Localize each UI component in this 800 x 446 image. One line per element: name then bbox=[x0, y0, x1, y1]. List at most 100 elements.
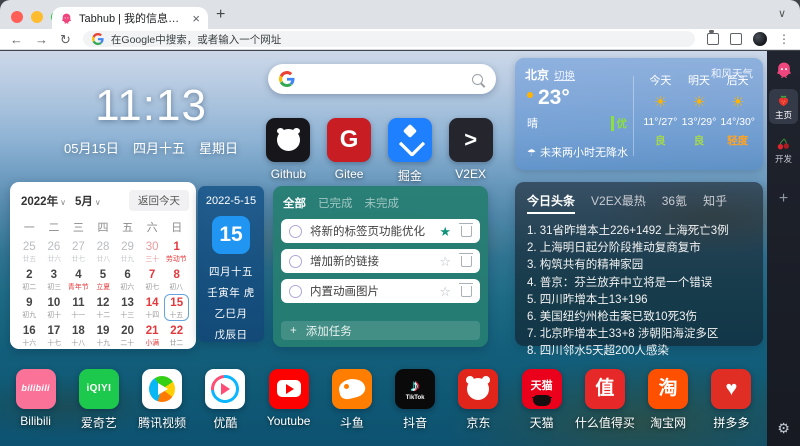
todo-tab[interactable]: 全部 bbox=[283, 195, 306, 211]
calendar-day-cell[interactable]: 3 初三 bbox=[42, 266, 67, 293]
app-shortcut[interactable]: Youtube bbox=[257, 369, 320, 431]
star-icon[interactable]: ★ bbox=[439, 225, 451, 238]
app-tile[interactable] bbox=[266, 118, 310, 162]
app-shortcut[interactable]: 天猫 天猫 bbox=[510, 369, 573, 431]
todo-tab[interactable]: 未完成 bbox=[365, 195, 400, 211]
app-shortcut[interactable]: ♥ 拼多多 bbox=[700, 369, 763, 431]
calendar-day-cell[interactable]: 2 初二 bbox=[17, 266, 42, 293]
tab-search-chevron-icon[interactable]: ∨ bbox=[778, 7, 786, 20]
app-tile[interactable]: bilibili bbox=[16, 369, 56, 409]
browser-tab[interactable]: Tabhub | 我的信息集线器 × bbox=[52, 7, 208, 29]
profile-avatar[interactable] bbox=[753, 32, 767, 46]
news-item[interactable]: 6. 美国纽约州枪击案已致10死3伤 bbox=[527, 309, 751, 326]
calendar-day-cell[interactable]: 19 十九 bbox=[91, 322, 116, 349]
add-group-icon[interactable]: + bbox=[779, 190, 788, 208]
calendar-day-cell[interactable]: 1 劳动节 bbox=[164, 238, 189, 265]
app-shortcut[interactable]: 淘 淘宝网 bbox=[637, 369, 700, 431]
address-bar[interactable]: 在Google中搜索，或者输入一个网址 bbox=[83, 31, 695, 47]
calendar-day-cell[interactable]: 16 十六 bbox=[17, 322, 42, 349]
app-tile[interactable]: 值 bbox=[585, 369, 625, 409]
sidebar-group-home[interactable]: 主页 bbox=[769, 89, 798, 124]
todo-item[interactable]: 内置动画图片 ☆ bbox=[281, 279, 480, 303]
news-tab[interactable]: 36氪 bbox=[662, 192, 687, 214]
sidepanel-icon[interactable] bbox=[730, 33, 742, 45]
calendar-day-cell[interactable]: 26 廿六 bbox=[42, 238, 67, 265]
app-shortcut[interactable]: iQIYI 爱奇艺 bbox=[67, 369, 130, 431]
star-icon[interactable]: ☆ bbox=[439, 255, 451, 268]
calendar-month-select[interactable]: 5月∨ bbox=[75, 193, 101, 209]
calendar-day-cell[interactable]: 15 十五 bbox=[164, 294, 189, 321]
app-tile[interactable] bbox=[142, 369, 182, 409]
gear-icon[interactable]: ⚙ bbox=[777, 420, 790, 437]
calendar-day-cell[interactable]: 9 初九 bbox=[17, 294, 42, 321]
menu-icon[interactable]: ⋮ bbox=[778, 32, 790, 46]
app-tile[interactable]: 淘 bbox=[648, 369, 688, 409]
app-tile[interactable]: ♥ bbox=[711, 369, 751, 409]
todo-item[interactable]: 增加新的链接 ☆ bbox=[281, 249, 480, 273]
calendar-day-cell[interactable]: 29 廿九 bbox=[115, 238, 140, 265]
todo-checkbox[interactable] bbox=[289, 225, 302, 238]
trash-icon[interactable] bbox=[461, 256, 472, 267]
app-shortcut[interactable]: bilibili Bilibili bbox=[4, 369, 67, 431]
calendar-day-cell[interactable]: 4 青年节 bbox=[66, 266, 91, 293]
calendar-day-cell[interactable]: 25 廿五 bbox=[17, 238, 42, 265]
app-tile[interactable]: ♪TikTok bbox=[395, 369, 435, 409]
calendar-day-cell[interactable]: 20 二十 bbox=[115, 322, 140, 349]
news-item[interactable]: 4. 普京：芬兰放弃中立将是一个错误 bbox=[527, 275, 751, 292]
calendar-day-cell[interactable]: 22 廿二 bbox=[164, 322, 189, 349]
calendar-day-cell[interactable]: 13 十三 bbox=[115, 294, 140, 321]
news-item[interactable]: 1. 31省昨增本土226+1492 上海死亡3例 bbox=[527, 223, 751, 240]
todo-checkbox[interactable] bbox=[289, 285, 302, 298]
app-tile[interactable] bbox=[205, 369, 245, 409]
app-shortcut[interactable]: 斗鱼 bbox=[320, 369, 383, 431]
app-tile[interactable]: 天猫 bbox=[522, 369, 562, 409]
app-shortcut[interactable]: 掘金 bbox=[380, 118, 441, 184]
app-tile[interactable]: G bbox=[327, 118, 371, 162]
new-tab-button[interactable]: + bbox=[216, 6, 225, 24]
todo-checkbox[interactable] bbox=[289, 255, 302, 268]
back-icon[interactable]: ← bbox=[10, 33, 23, 46]
news-item[interactable]: 2. 上海明日起分阶段推动复商复市 bbox=[527, 240, 751, 257]
calendar-day-cell[interactable]: 14 十四 bbox=[140, 294, 165, 321]
app-shortcut[interactable]: 腾讯视频 bbox=[131, 369, 194, 431]
calendar-day-cell[interactable]: 17 十七 bbox=[42, 322, 67, 349]
app-tile[interactable] bbox=[388, 118, 432, 162]
app-shortcut[interactable]: G Gitee bbox=[319, 118, 380, 184]
news-item[interactable]: 3. 构筑共有的精神家园 bbox=[527, 257, 751, 274]
reload-icon[interactable]: ↻ bbox=[60, 33, 71, 46]
calendar-day-cell[interactable]: 30 三十 bbox=[140, 238, 165, 265]
app-shortcut[interactable]: ♪TikTok 抖音 bbox=[384, 369, 447, 431]
tabhub-logo-icon[interactable] bbox=[774, 60, 794, 80]
news-item[interactable]: 8. 四川邻水5天超200人感染 bbox=[527, 343, 751, 360]
app-shortcut[interactable]: 优酷 bbox=[194, 369, 257, 431]
trash-icon[interactable] bbox=[461, 286, 472, 297]
search-input[interactable] bbox=[303, 71, 464, 87]
weather-switch-link[interactable]: 切换 bbox=[554, 70, 575, 82]
news-item[interactable]: 5. 四川昨增本土13+196 bbox=[527, 292, 751, 309]
todo-item[interactable]: 将新的标签页功能优化 ★ bbox=[281, 219, 480, 243]
calendar-day-cell[interactable]: 8 初八 bbox=[164, 266, 189, 293]
sidebar-group-dev[interactable]: 开发 bbox=[769, 133, 798, 168]
app-tile[interactable]: iQIYI bbox=[79, 369, 119, 409]
calendar-day-cell[interactable]: 5 立夏 bbox=[91, 266, 116, 293]
news-tab[interactable]: V2EX最热 bbox=[591, 192, 646, 214]
app-tile[interactable]: > bbox=[449, 118, 493, 162]
calendar-day-cell[interactable]: 28 廿八 bbox=[91, 238, 116, 265]
forward-icon[interactable]: → bbox=[35, 33, 48, 46]
trash-icon[interactable] bbox=[461, 226, 472, 237]
calendar-day-cell[interactable]: 27 廿七 bbox=[66, 238, 91, 265]
app-tile[interactable] bbox=[332, 369, 372, 409]
todo-tab[interactable]: 已完成 bbox=[318, 195, 353, 211]
app-tile[interactable] bbox=[269, 369, 309, 409]
close-window-button[interactable] bbox=[11, 11, 23, 23]
app-shortcut[interactable]: 值 什么值得买 bbox=[573, 369, 636, 431]
calendar-day-cell[interactable]: 10 初十 bbox=[42, 294, 67, 321]
calendar-day-cell[interactable]: 12 十二 bbox=[91, 294, 116, 321]
minimize-window-button[interactable] bbox=[31, 11, 43, 23]
calendar-day-cell[interactable]: 7 初七 bbox=[140, 266, 165, 293]
calendar-day-cell[interactable]: 18 十八 bbox=[66, 322, 91, 349]
search-icon[interactable] bbox=[472, 74, 483, 85]
calendar-day-cell[interactable]: 21 小满 bbox=[140, 322, 165, 349]
news-tab[interactable]: 今日头条 bbox=[527, 192, 575, 214]
news-tab[interactable]: 知乎 bbox=[703, 192, 727, 214]
